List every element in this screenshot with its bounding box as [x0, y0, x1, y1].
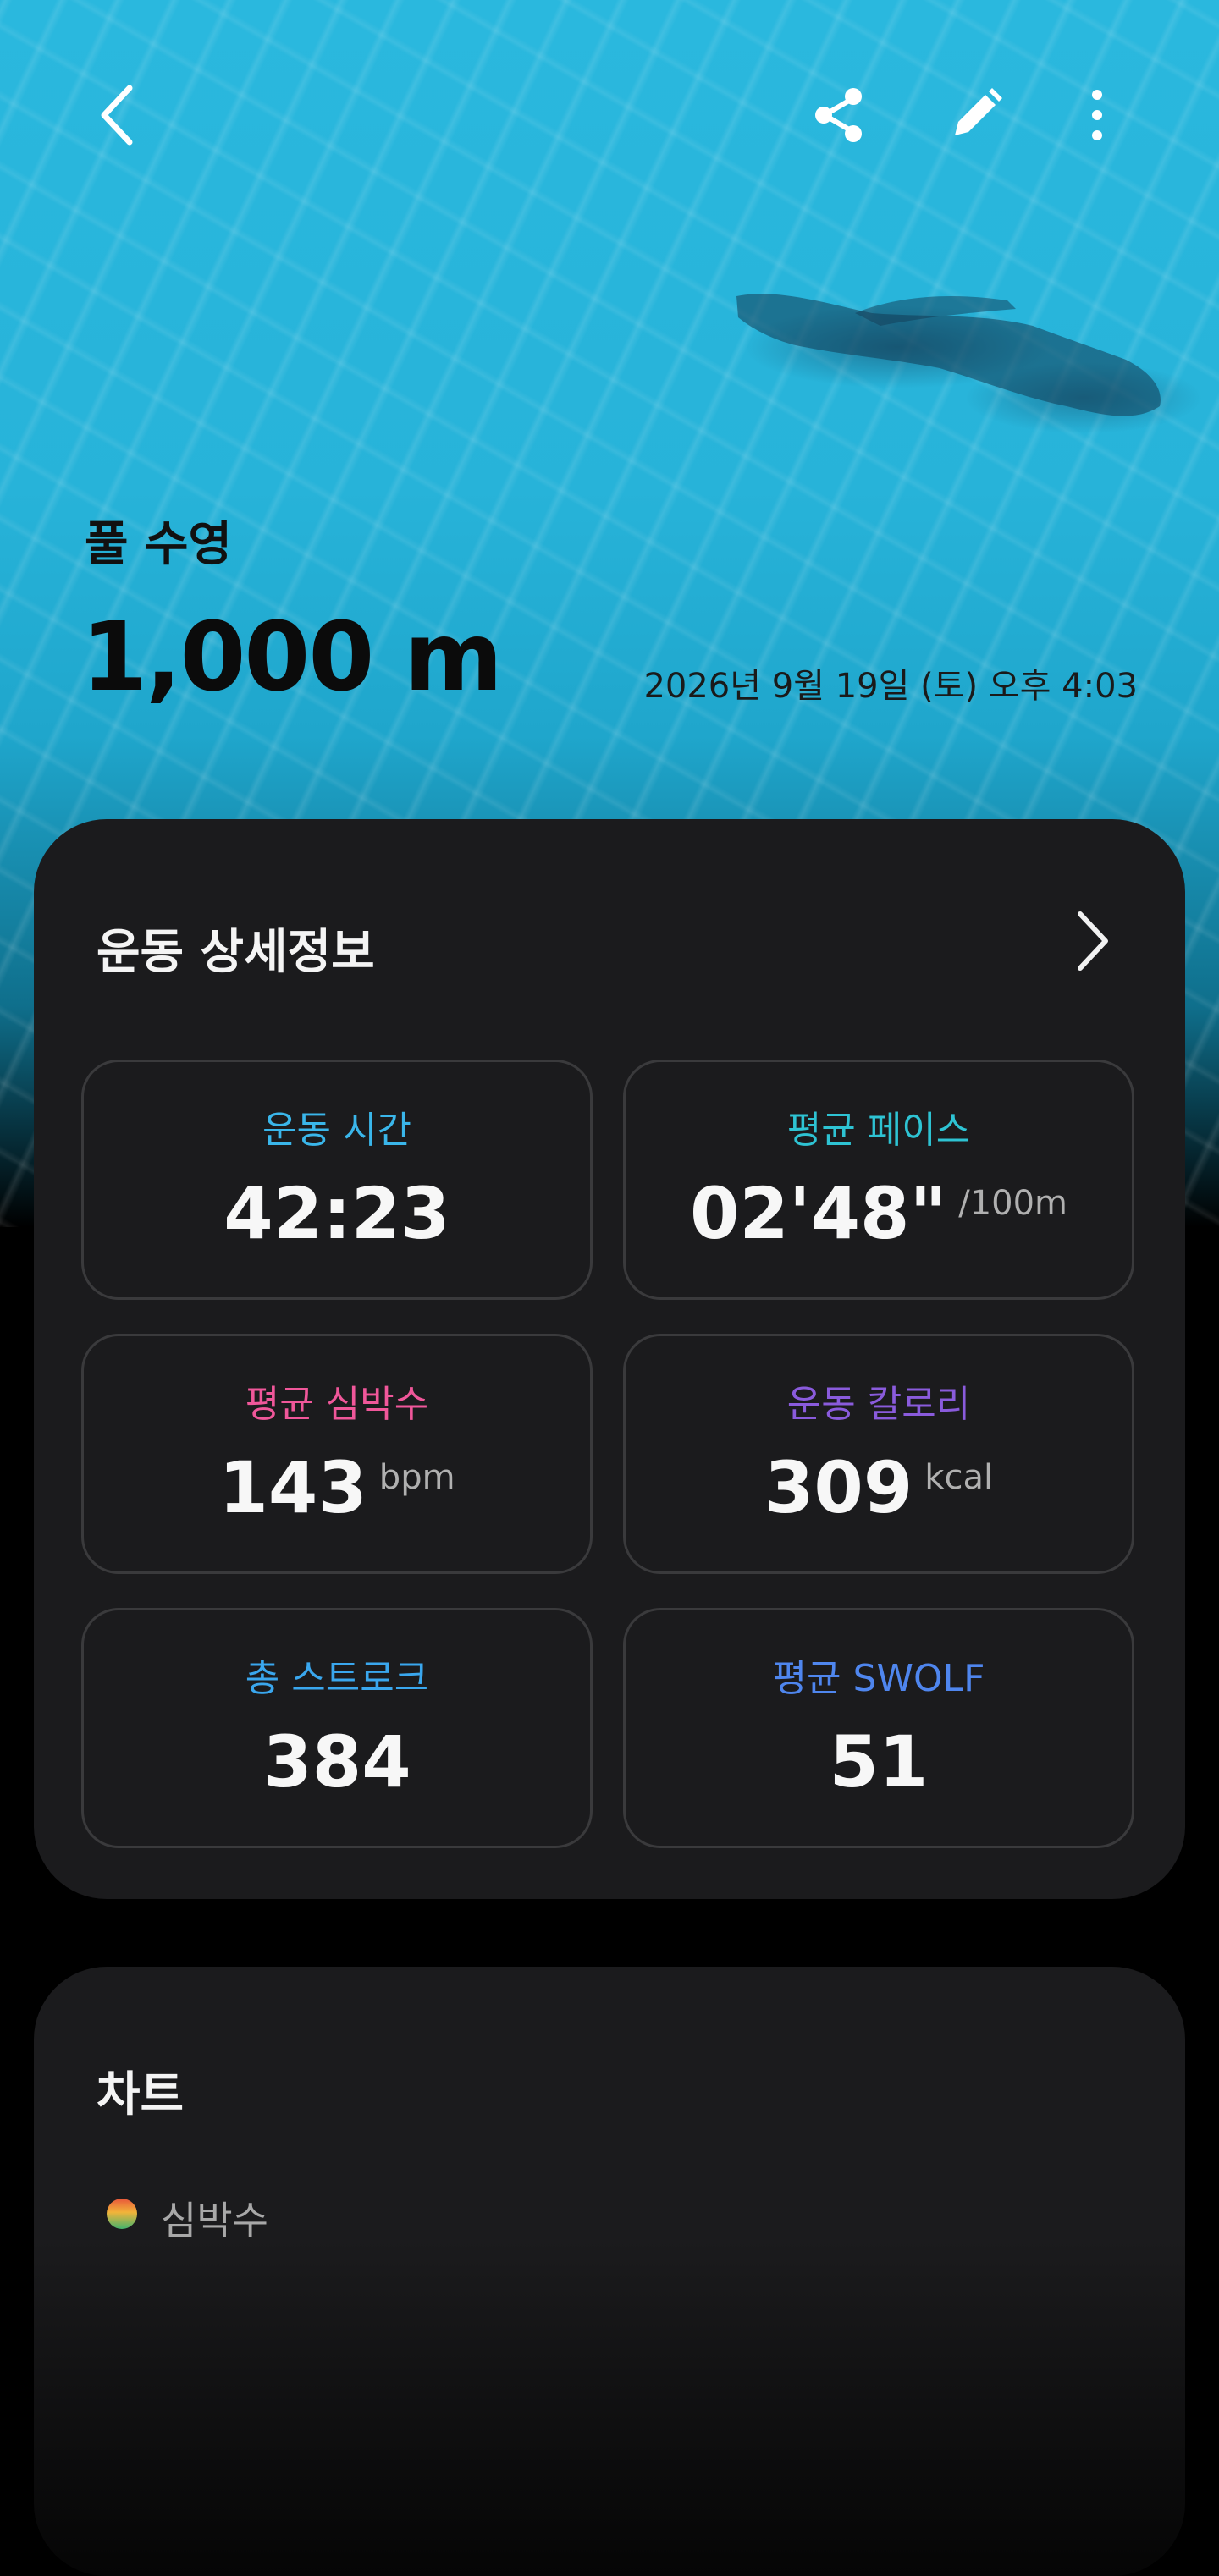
- chart-title: 차트: [97, 2067, 185, 2122]
- workout-details-card: 운동 상세정보 운동 시간 42:23 평균 페이스 02'48"/100m 평…: [34, 819, 1185, 1899]
- tile-value: 384: [262, 1720, 411, 1803]
- tile-label: 운동 칼로리: [786, 1383, 971, 1426]
- more-vertical-icon: [1092, 90, 1102, 140]
- tile-workout-time[interactable]: 운동 시간 42:23: [81, 1060, 593, 1300]
- tile-unit: bpm: [378, 1458, 455, 1497]
- tile-average-heart-rate[interactable]: 평균 심박수 143 bpm: [81, 1334, 593, 1574]
- share-button[interactable]: [806, 81, 874, 149]
- chart-card: 차트 심박수: [34, 1967, 1185, 2576]
- tile-value: 309 kcal: [764, 1446, 994, 1529]
- tile-total-strokes[interactable]: 총 스트로크 384: [81, 1608, 593, 1848]
- tile-unit: /100m: [958, 1184, 1068, 1223]
- back-arrow-icon: [101, 85, 133, 146]
- share-icon: [815, 88, 862, 142]
- workout-type: 풀 수영: [85, 517, 233, 572]
- tile-value: 02'48"/100m: [689, 1172, 1068, 1255]
- more-options-button[interactable]: [1063, 81, 1131, 149]
- workout-datetime: 2026년 9월 19일 (토) 오후 4:03: [643, 667, 1138, 706]
- workout-distance: 1,000 m: [81, 603, 503, 713]
- tile-label: 평균 페이스: [786, 1109, 971, 1152]
- tile-label: 운동 시간: [262, 1109, 411, 1152]
- tile-value: 143 bpm: [218, 1446, 455, 1529]
- details-more-button[interactable]: [1070, 907, 1112, 975]
- tile-workout-calories[interactable]: 운동 칼로리 309 kcal: [623, 1334, 1134, 1574]
- legend-label: 심박수: [161, 2198, 268, 2243]
- tile-value: 42:23: [223, 1172, 450, 1255]
- tile-value: 51: [829, 1720, 929, 1803]
- tile-unit: kcal: [924, 1458, 994, 1497]
- heart-rate-legend-icon: [107, 2199, 137, 2229]
- chevron-right-icon: [1078, 911, 1108, 971]
- edit-button[interactable]: [941, 81, 1009, 149]
- details-title: 운동 상세정보: [97, 925, 375, 980]
- tile-label: 평균 SWOLF: [772, 1657, 985, 1700]
- tile-label: 총 스트로크: [245, 1657, 429, 1700]
- tile-average-pace[interactable]: 평균 페이스 02'48"/100m: [623, 1060, 1134, 1300]
- tile-label: 평균 심박수: [245, 1383, 429, 1426]
- tile-average-swolf[interactable]: 평균 SWOLF 51: [623, 1608, 1134, 1848]
- pencil-icon: [955, 88, 1002, 135]
- back-button[interactable]: [85, 81, 152, 149]
- swimmer-shadow-image: [736, 294, 1161, 416]
